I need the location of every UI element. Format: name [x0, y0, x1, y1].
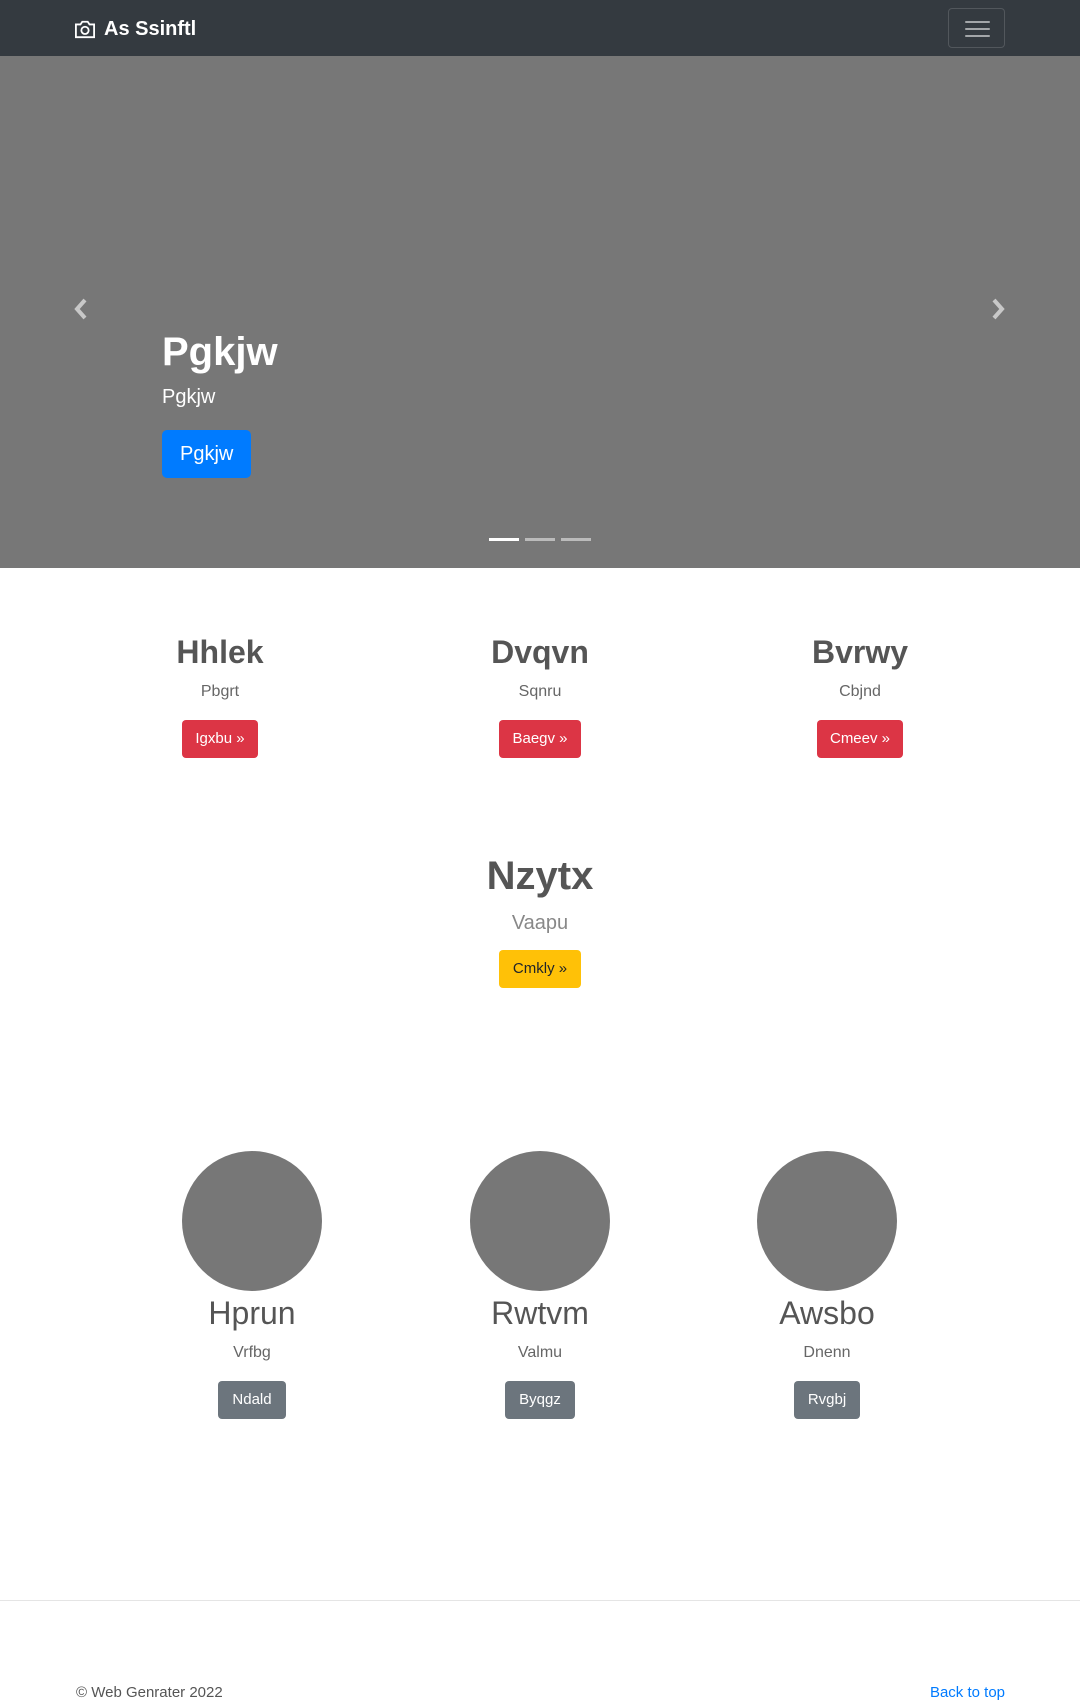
footer-copyright: © Web Genrater 2022 — [76, 1684, 223, 1701]
column-title: Bvrwy — [811, 634, 909, 670]
carousel-subtitle: Pgkjw — [162, 386, 216, 408]
circle-column-3: Awsbo Dnenn Rvgbj — [707, 1151, 947, 1419]
column-title: Dvqvn — [491, 634, 589, 670]
navbar-toggler-button[interactable] — [948, 8, 1005, 48]
placeholder-image — [757, 1151, 897, 1291]
brand-label: As Ssinftl — [104, 17, 197, 40]
circle-title: Hprun — [208, 1295, 296, 1331]
circle-column-2: Rwtvm Valmu Byqgz — [420, 1151, 660, 1419]
placeholder-image — [470, 1151, 610, 1291]
column-text: Cbjnd — [839, 683, 881, 700]
column-text: Pbgrt — [200, 683, 240, 700]
carousel-indicators — [489, 538, 597, 541]
featurette-title: Nzytx — [486, 854, 594, 898]
carousel-button[interactable]: Pgkjw — [162, 430, 252, 478]
carousel-title: Pgkjw — [162, 330, 278, 374]
circle-button[interactable]: Ndald — [218, 1381, 286, 1419]
column-text: Sqnru — [518, 683, 562, 700]
column-button[interactable]: Igxbu » — [182, 720, 258, 758]
chevron-right-icon[interactable] — [988, 297, 1008, 321]
carousel-caption: Pgkjw Pgkjw Pgkjw — [162, 328, 278, 478]
circle-title: Rwtvm — [491, 1295, 589, 1331]
circle-text: Dnenn — [803, 1344, 851, 1361]
camera-icon — [75, 20, 95, 39]
hero-carousel: Pgkjw Pgkjw Pgkjw — [0, 56, 1080, 568]
placeholder-image — [182, 1151, 322, 1291]
chevron-left-icon[interactable] — [71, 297, 91, 321]
carousel-indicator-3[interactable] — [561, 538, 591, 541]
column-title: Hhlek — [176, 634, 264, 670]
featurette-button[interactable]: Cmkly » — [498, 950, 582, 988]
circle-column-1: Hprun Vrfbg Ndald — [132, 1151, 372, 1419]
brand-link[interactable]: As Ssinftl — [74, 16, 196, 42]
featurette: Nzytx Vaapu Cmkly » — [340, 852, 740, 988]
back-to-top-link[interactable]: Back to top — [930, 1684, 1005, 1701]
circle-title: Awsbo — [779, 1295, 875, 1331]
featurette-text: Vaapu — [511, 912, 569, 934]
column-button[interactable]: Cmeev » — [816, 720, 904, 758]
circle-button[interactable]: Byqgz — [505, 1381, 575, 1419]
hamburger-icon — [965, 21, 990, 23]
footer-divider — [0, 1600, 1080, 1601]
carousel-indicator-2[interactable] — [525, 538, 555, 541]
column-2: Dvqvn Sqnru Baegv » — [420, 632, 660, 758]
circle-text: Vrfbg — [233, 1344, 271, 1361]
carousel-indicator-1[interactable] — [489, 538, 519, 541]
column-button[interactable]: Baegv » — [499, 720, 581, 758]
column-1: Hhlek Pbgrt Igxbu » — [100, 632, 340, 758]
circle-button[interactable]: Rvgbj — [793, 1381, 861, 1419]
column-3: Bvrwy Cbjnd Cmeev » — [740, 632, 980, 758]
circle-text: Valmu — [517, 1344, 563, 1361]
navbar: As Ssinftl — [0, 0, 1080, 56]
